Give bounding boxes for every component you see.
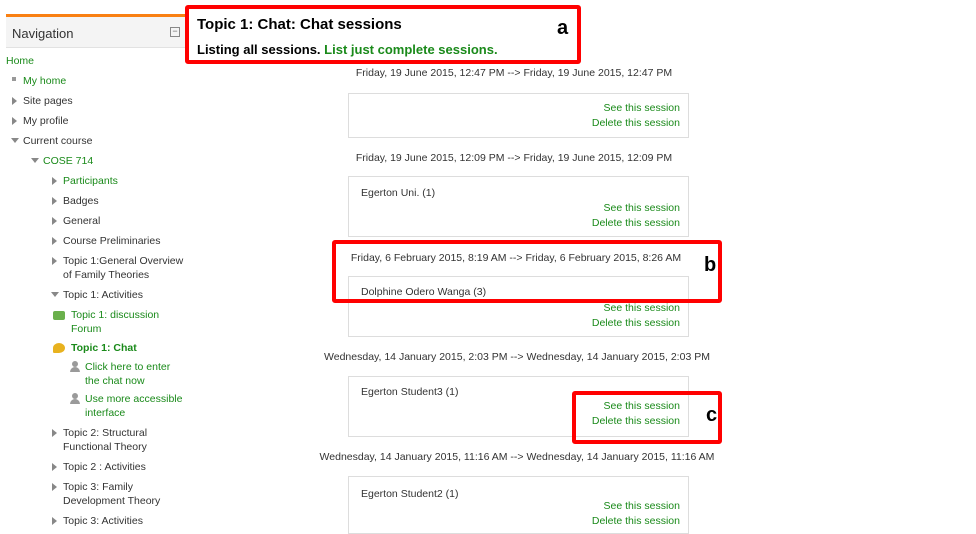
chat-icon [53,343,65,353]
expand-arrow-icon[interactable] [52,177,57,185]
navigation-block: Navigation − Home My home Site pages My … [6,14,186,534]
user-icon [69,361,81,372]
nav-item-home[interactable]: Home [6,54,34,68]
delete-session-link[interactable]: Delete this session [592,217,680,229]
bullet-icon [12,77,16,81]
expand-arrow-icon[interactable] [52,517,57,525]
nav-item-topic3-line2[interactable]: Development Theory [63,494,160,508]
annotation-label-b: b [704,254,717,276]
session-date: Friday, 19 June 2015, 12:47 PM --> Frida… [355,67,673,79]
see-session-link[interactable]: See this session [604,302,680,314]
nav-item-course-preliminaries[interactable]: Course Preliminaries [63,234,160,248]
session-card: See this session Delete this session [348,93,689,138]
annotation-label-c: c [706,404,718,426]
delete-session-link[interactable]: Delete this session [592,317,680,329]
session-date: Wednesday, 14 January 2015, 11:16 AM -->… [319,451,715,463]
collapse-icon[interactable]: − [170,27,180,37]
nav-item-topic1-chat[interactable]: Topic 1: Chat [71,341,137,355]
session-date: Wednesday, 14 January 2015, 2:03 PM --> … [324,351,710,363]
navigation-header: Navigation − [6,17,186,48]
nav-item-topic2-activities[interactable]: Topic 2 : Activities [63,460,146,474]
expand-arrow-icon[interactable] [52,257,57,265]
delete-session-link[interactable]: Delete this session [592,515,680,527]
nav-item-topic1-forum[interactable]: Topic 1: discussion [71,308,159,322]
see-session-link[interactable]: See this session [604,102,680,114]
annotation-box-c [572,391,722,444]
session-date: Friday, 19 June 2015, 12:09 PM --> Frida… [355,152,673,164]
session-user: Egerton Student2 (1) [361,488,459,500]
see-session-link[interactable]: See this session [604,500,680,512]
collapse-arrow-icon[interactable] [31,158,39,163]
expand-arrow-icon[interactable] [12,97,17,105]
navigation-title: Navigation [12,26,74,41]
session-user: Egerton Uni. (1) [361,187,436,199]
nav-item-my-home[interactable]: My home [23,74,66,88]
see-session-link[interactable]: See this session [604,202,680,214]
nav-item-course[interactable]: COSE 714 [43,154,93,168]
nav-item-enter-chat-line2[interactable]: the chat now [85,374,145,388]
session-user: Egerton Student3 (1) [361,386,459,398]
annotation-box-a [185,5,581,64]
collapse-arrow-icon[interactable] [51,292,59,297]
session-card: Egerton Student2 (1) See this session De… [348,476,689,534]
delete-session-link[interactable]: Delete this session [592,117,680,129]
nav-item-badges[interactable]: Badges [63,194,99,208]
nav-item-general[interactable]: General [63,214,100,228]
user-icon [69,393,81,404]
expand-arrow-icon[interactable] [12,117,17,125]
nav-item-my-profile[interactable]: My profile [23,114,69,128]
nav-item-topic3[interactable]: Topic 3: Family [63,480,133,494]
nav-item-topic2-line2[interactable]: Functional Theory [63,440,147,454]
nav-item-current-course[interactable]: Current course [23,134,92,148]
nav-item-site-pages[interactable]: Site pages [23,94,73,108]
nav-item-enter-chat[interactable]: Click here to enter [85,360,170,374]
session-card: Egerton Uni. (1) See this session Delete… [348,176,689,237]
nav-item-topic1-overview-line2[interactable]: of Family Theories [63,268,149,282]
nav-item-accessible[interactable]: Use more accessible [85,392,182,406]
nav-item-topic3-activities[interactable]: Topic 3: Activities [63,514,143,528]
nav-item-accessible-line2[interactable]: interface [85,406,125,420]
annotation-box-b [332,240,722,303]
expand-arrow-icon[interactable] [52,429,57,437]
annotation-label-a: a [557,17,569,39]
nav-item-topic1-forum-line2[interactable]: Forum [71,322,101,336]
expand-arrow-icon[interactable] [52,197,57,205]
nav-item-topic1-overview[interactable]: Topic 1:General Overview [63,254,183,268]
expand-arrow-icon[interactable] [52,217,57,225]
expand-arrow-icon[interactable] [52,237,57,245]
nav-item-topic1-activities[interactable]: Topic 1: Activities [63,288,143,302]
expand-arrow-icon[interactable] [52,483,57,491]
nav-item-participants[interactable]: Participants [63,174,118,188]
nav-item-topic2[interactable]: Topic 2: Structural [63,426,147,440]
collapse-arrow-icon[interactable] [11,138,19,143]
forum-icon [53,311,65,320]
expand-arrow-icon[interactable] [52,463,57,471]
